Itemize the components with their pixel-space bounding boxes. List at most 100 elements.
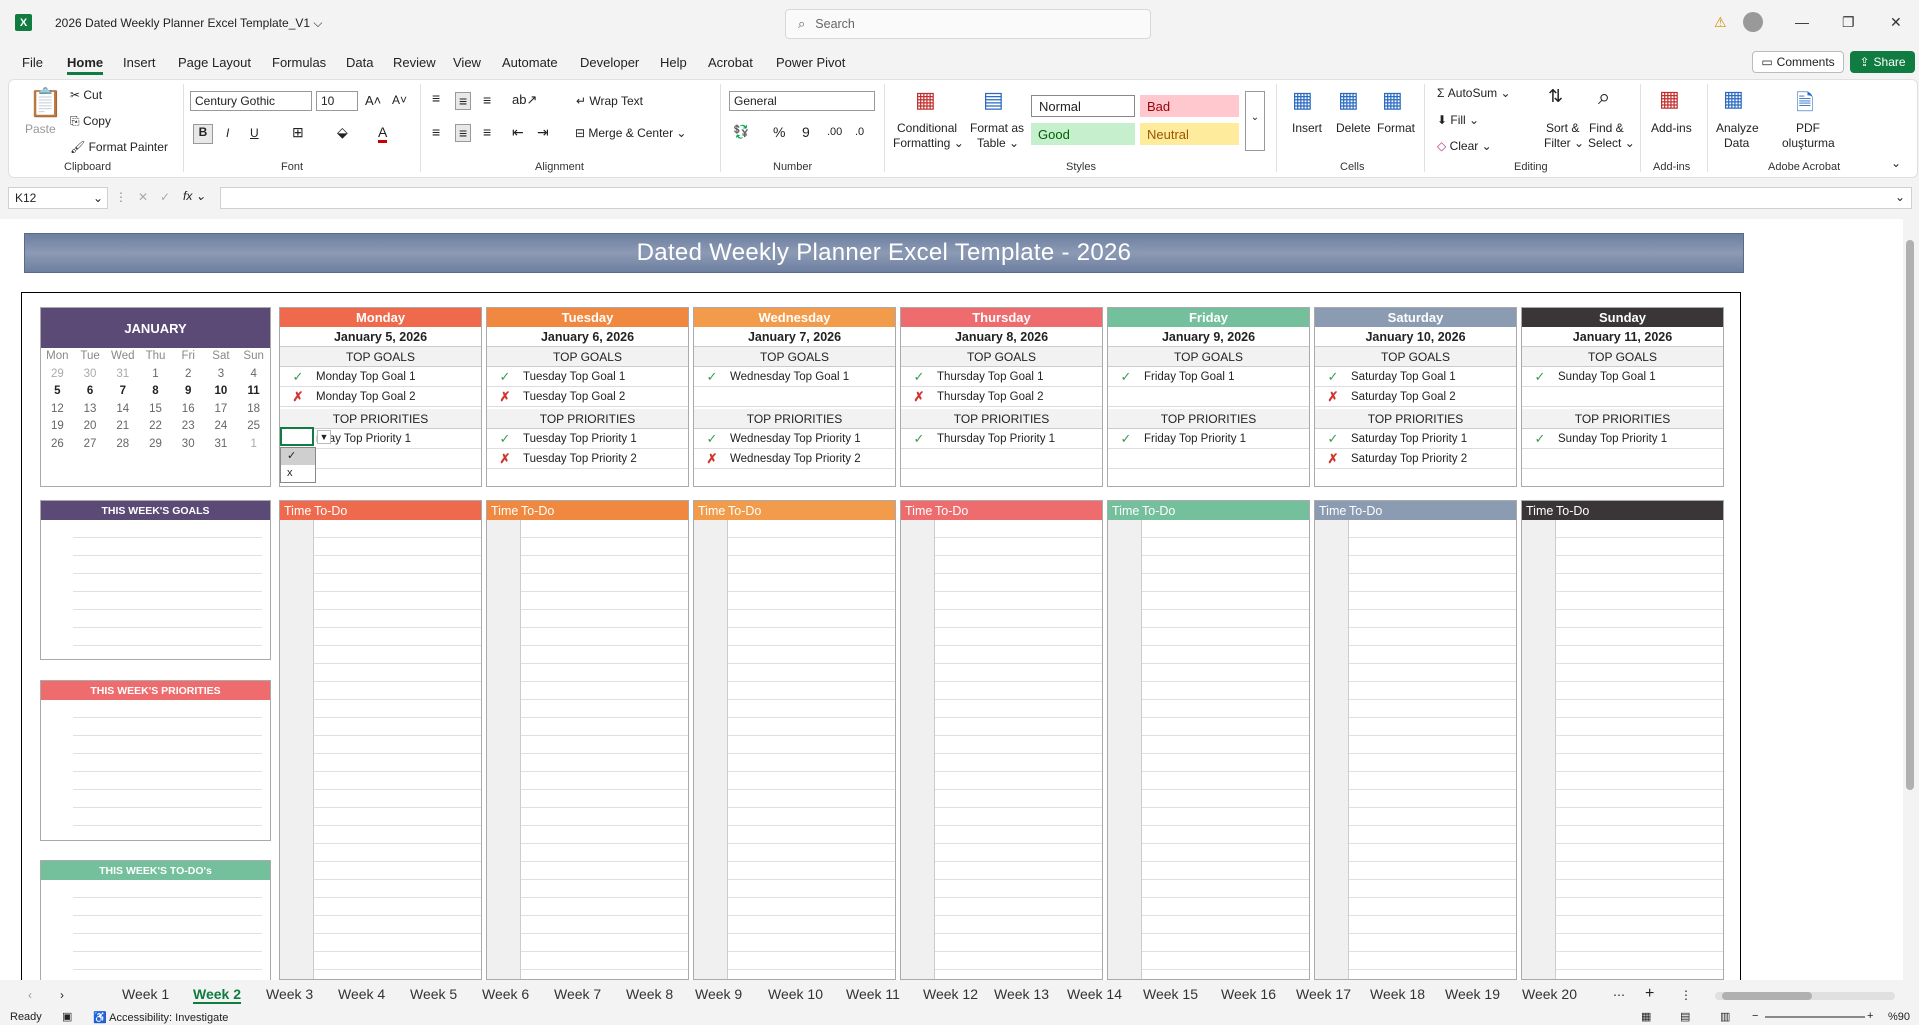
conditional-formatting-icon[interactable]: ▦ xyxy=(915,87,936,113)
goal-row[interactable] xyxy=(694,387,895,407)
goal-row[interactable]: ✓ Sunday Top Goal 1 xyxy=(1522,367,1723,387)
priority-row[interactable]: ✓ Wednesday Top Priority 1 xyxy=(694,429,895,449)
goal-row[interactable]: ✓ Saturday Top Goal 1 xyxy=(1315,367,1516,387)
align-bottom-icon[interactable]: ≡ xyxy=(483,92,491,108)
zoom-slider[interactable] xyxy=(1765,1016,1865,1018)
find-select-label[interactable]: Find & xyxy=(1589,121,1624,135)
style-neutral[interactable]: Neutral xyxy=(1140,123,1239,145)
sheet-tab[interactable]: Week 4 xyxy=(338,986,385,1002)
menu-developer[interactable]: Developer xyxy=(580,55,639,70)
sheet-tab[interactable]: Week 2 xyxy=(193,986,241,1004)
sheet-options-icon[interactable]: ⋮ xyxy=(1680,988,1692,1002)
priority-row[interactable]: ✗ Tuesday Top Priority 2 xyxy=(487,449,688,469)
format-cells-icon[interactable]: ▦ xyxy=(1382,87,1403,113)
status-mark[interactable]: ✓ xyxy=(694,431,730,447)
format-as-table-label-2[interactable]: Table ⌄ xyxy=(977,136,1019,150)
time-column[interactable] xyxy=(280,520,314,979)
currency-icon[interactable]: 💱 xyxy=(733,124,749,140)
menu-insert[interactable]: Insert xyxy=(123,55,156,70)
fill-button[interactable]: ⬇ Fill ⌄ xyxy=(1437,113,1479,127)
menu-page-layout[interactable]: Page Layout xyxy=(178,55,251,70)
status-mark[interactable]: ✗ xyxy=(487,389,523,405)
status-mark[interactable]: ✗ xyxy=(1315,389,1351,405)
avatar[interactable] xyxy=(1743,12,1763,32)
status-mark[interactable]: ✓ xyxy=(1522,431,1558,447)
cancel-entry-icon[interactable]: ✕ xyxy=(138,190,148,204)
style-bad[interactable]: Bad xyxy=(1140,95,1239,117)
menu-file[interactable]: File xyxy=(22,55,43,70)
align-middle-icon[interactable]: ≡ xyxy=(455,92,472,110)
sheet-tab[interactable]: Week 7 xyxy=(554,986,601,1002)
status-mark[interactable]: ✗ xyxy=(1315,451,1351,467)
goal-row[interactable]: ✗ Tuesday Top Goal 2 xyxy=(487,387,688,407)
status-mark[interactable]: ✗ xyxy=(487,451,523,467)
number-format-select[interactable]: General xyxy=(729,91,875,111)
sheet-tab[interactable]: Week 14 xyxy=(1067,986,1122,1002)
sheet-tab[interactable]: Week 12 xyxy=(923,986,978,1002)
zoom-out-icon[interactable]: − xyxy=(1752,1010,1758,1022)
font-color-icon[interactable]: A xyxy=(378,124,388,143)
add-ins-icon[interactable]: ▦ xyxy=(1659,86,1680,112)
comments-button[interactable]: ▭ Comments xyxy=(1752,51,1844,73)
increase-decimal-icon[interactable]: .00 xyxy=(827,126,842,138)
close-icon[interactable]: ✕ xyxy=(1890,14,1902,31)
status-mark[interactable]: ✓ xyxy=(487,369,523,385)
status-mark[interactable]: ✓ xyxy=(1108,369,1144,385)
weeks-priorities-lines[interactable] xyxy=(73,700,262,834)
goal-row[interactable] xyxy=(1522,387,1723,407)
priority-row[interactable]: ✓ Sunday Top Priority 1 xyxy=(1522,429,1723,449)
status-mark[interactable]: ✗ xyxy=(901,389,937,405)
decrease-font-icon[interactable]: A˅ xyxy=(392,93,407,107)
priority-row[interactable] xyxy=(901,449,1102,469)
priority-row[interactable]: ✓ Friday Top Priority 1 xyxy=(1108,429,1309,449)
comma-icon[interactable]: 9 xyxy=(802,124,810,140)
time-column[interactable] xyxy=(1315,520,1349,979)
goal-row[interactable]: ✓ Wednesday Top Goal 1 xyxy=(694,367,895,387)
status-mark[interactable]: ✗ xyxy=(280,389,316,405)
time-column[interactable] xyxy=(901,520,935,979)
priority-row[interactable]: ✗ Wednesday Top Priority 2 xyxy=(694,449,895,469)
status-mark[interactable]: ✗ xyxy=(694,451,730,467)
vertical-scroll-thumb[interactable] xyxy=(1906,240,1914,790)
decrease-indent-icon[interactable]: ⇤ xyxy=(512,124,524,141)
horizontal-scroll-thumb[interactable] xyxy=(1722,992,1812,1000)
sheet-tab[interactable]: Week 1 xyxy=(122,986,169,1002)
delete-cells-icon[interactable]: ▦ xyxy=(1338,87,1359,113)
status-mark[interactable]: ✓ xyxy=(280,369,316,385)
add-sheet-icon[interactable]: + xyxy=(1645,985,1654,1003)
goal-row[interactable]: ✓ Thursday Top Goal 1 xyxy=(901,367,1102,387)
status-mark[interactable]: ✓ xyxy=(901,431,937,447)
menu-home[interactable]: Home xyxy=(67,55,104,75)
sheet-tab[interactable]: Week 8 xyxy=(626,986,673,1002)
align-top-icon[interactable]: ≡ xyxy=(432,90,440,106)
insert-cells-icon[interactable]: ▦ xyxy=(1292,87,1313,113)
format-as-table-icon[interactable]: ▤ xyxy=(983,87,1004,113)
paste-button[interactable]: Paste xyxy=(25,122,56,136)
add-ins-button[interactable]: Add-ins xyxy=(1651,121,1692,135)
dropdown-arrow-icon[interactable]: ▼ xyxy=(317,430,331,444)
sheet-tab[interactable]: Week 11 xyxy=(846,986,900,1002)
autosum-button[interactable]: Σ AutoSum ⌄ xyxy=(1437,86,1511,100)
menu-acrobat[interactable]: Acrobat xyxy=(708,55,753,70)
sheet-tab[interactable]: Week 13 xyxy=(994,986,1049,1002)
restore-icon[interactable]: ❐ xyxy=(1842,14,1855,31)
priority-row[interactable]: ✓ Saturday Top Priority 1 xyxy=(1315,429,1516,449)
accessibility-status[interactable]: ♿ Accessibility: Investigate xyxy=(93,1011,228,1024)
dropdown-option[interactable]: x xyxy=(281,465,315,482)
collapse-ribbon-icon[interactable]: ⌄ xyxy=(1891,156,1901,170)
status-mark[interactable]: ✓ xyxy=(1522,369,1558,385)
page-layout-icon[interactable]: ▤ xyxy=(1680,1010,1690,1023)
macro-icon[interactable]: ▣ xyxy=(62,1010,72,1023)
menu-view[interactable]: View xyxy=(453,55,481,70)
analyze-data-label-2[interactable]: Data xyxy=(1724,136,1749,150)
search-input[interactable]: ⌕ Search xyxy=(785,9,1151,39)
zoom-in-icon[interactable]: + xyxy=(1867,1010,1873,1022)
status-mark[interactable]: ✓ xyxy=(1315,431,1351,447)
pdf-create-label-2[interactable]: oluşturma xyxy=(1782,136,1835,150)
sheet-tab[interactable]: Week 20 xyxy=(1522,986,1577,1002)
underline-icon[interactable]: U xyxy=(250,126,259,140)
styles-more-icon[interactable]: ⌄ xyxy=(1245,91,1265,151)
style-normal[interactable]: Normal xyxy=(1031,95,1135,117)
format-cells-button[interactable]: Format xyxy=(1377,121,1415,135)
align-center-icon[interactable]: ≡ xyxy=(455,124,472,142)
